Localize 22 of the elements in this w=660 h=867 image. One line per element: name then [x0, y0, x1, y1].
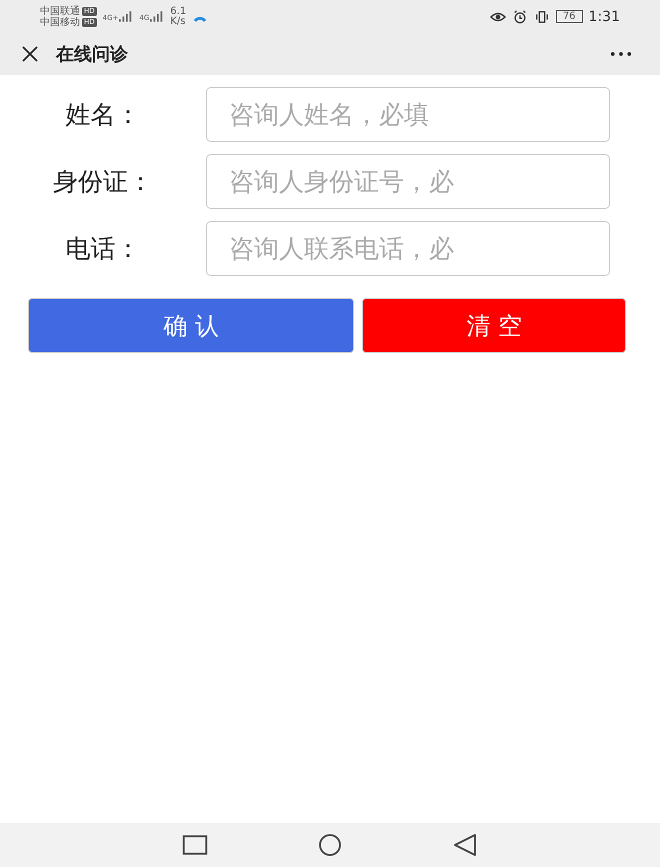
eye-icon	[490, 10, 506, 24]
field-label: 身份证：	[53, 166, 153, 198]
more-icon[interactable]	[610, 51, 632, 57]
carrier-name: 中国联通	[40, 6, 80, 16]
field-label: 电话：	[66, 233, 140, 265]
alarm-icon	[512, 10, 528, 24]
close-icon[interactable]	[20, 44, 40, 64]
input-field[interactable]: 咨询人联系电话，必	[206, 221, 610, 276]
input-field[interactable]: 咨询人姓名，必填	[206, 87, 610, 142]
signal-icon	[119, 11, 134, 22]
confirm-button[interactable]: 确 认	[28, 298, 354, 353]
page-title: 在线问诊	[56, 43, 128, 66]
input-field[interactable]: 咨询人身份证号，必	[206, 154, 610, 209]
field-label: 姓名：	[66, 99, 140, 131]
status-time: 1:31	[588, 8, 620, 24]
speed-value: 6.1	[170, 6, 186, 16]
speed-unit: K/s	[170, 16, 186, 26]
signal-icon	[150, 11, 164, 22]
vibrate-icon	[534, 10, 550, 24]
battery-indicator: 76	[556, 10, 583, 23]
clear-button[interactable]: 清 空	[362, 298, 626, 353]
carrier-name: 中国移动	[40, 16, 80, 28]
